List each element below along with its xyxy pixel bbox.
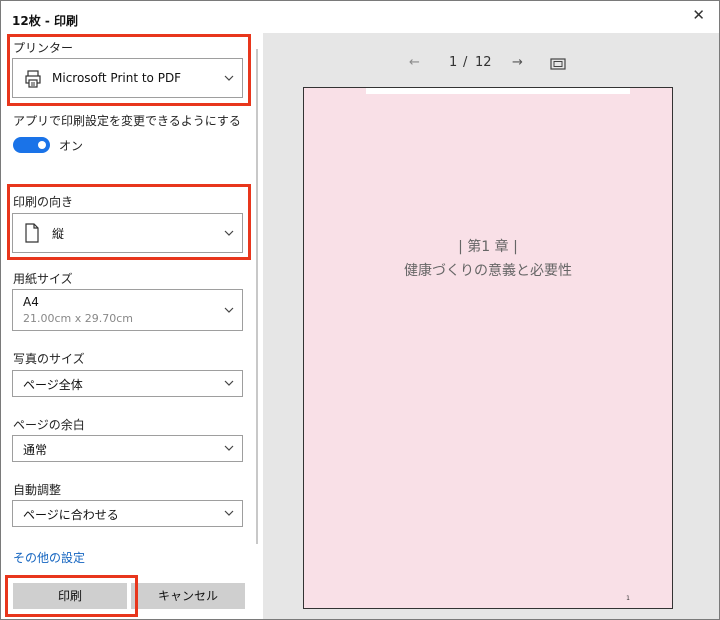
close-icon[interactable]: ✕ [692, 6, 705, 24]
preview-page: | 第1 章 | 健康づくりの意義と必要性 1 [303, 87, 673, 609]
fit-to-window-icon[interactable] [550, 58, 566, 70]
margins-value: 通常 [23, 443, 48, 457]
chevron-down-icon [224, 380, 234, 386]
toggle-state-label: オン [59, 139, 84, 153]
page-separator: / [463, 55, 468, 70]
chevron-down-icon [224, 510, 234, 516]
paper-size-dimensions: 21.00cm x 29.70cm [23, 312, 134, 325]
auto-fit-value: ページに合わせる [23, 508, 119, 522]
app-settings-label: アプリで印刷設定を変更できるようにする [13, 114, 241, 128]
auto-fit-label: 自動調整 [13, 483, 62, 497]
orientation-label: 印刷の向き [13, 195, 74, 209]
margins-label: ページの余白 [13, 418, 85, 432]
chapter-heading: 健康づくりの意義と必要性 [404, 263, 572, 279]
orientation-value: 縦 [52, 227, 65, 241]
settings-panel: プリンター Microsoft Print to PDF アプリで印刷設定を変更… [1, 33, 263, 619]
photo-size-label: 写真のサイズ [13, 352, 85, 366]
chevron-down-icon [224, 75, 234, 81]
chapter-title: | 第1 章 | [458, 239, 518, 255]
page-header-strip [366, 88, 630, 94]
app-settings-toggle[interactable] [13, 137, 50, 153]
printer-icon [25, 70, 41, 88]
more-settings-link[interactable]: その他の設定 [13, 549, 85, 566]
printer-value: Microsoft Print to PDF [52, 71, 182, 85]
margins-select[interactable]: 通常 [12, 435, 243, 462]
paper-size-value: A4 [23, 295, 39, 309]
orientation-select[interactable]: 縦 [12, 213, 243, 253]
paper-size-label: 用紙サイズ [13, 272, 73, 286]
print-button[interactable]: 印刷 [13, 583, 127, 609]
total-pages: 12 [475, 55, 492, 70]
previous-page-icon[interactable]: ← [409, 55, 420, 70]
chevron-down-icon [224, 307, 234, 313]
photo-size-select[interactable]: ページ全体 [12, 370, 243, 397]
print-dialog: 12枚 - 印刷 ✕ プリンター Microsoft Print to PDF … [0, 0, 720, 620]
toggle-knob [38, 141, 46, 149]
settings-scrollbar[interactable] [256, 49, 258, 544]
photo-size-value: ページ全体 [23, 378, 83, 392]
cancel-button[interactable]: キャンセル [131, 583, 245, 609]
printer-label: プリンター [13, 41, 74, 55]
chevron-down-icon [224, 445, 234, 451]
current-page-number: 1 [449, 55, 458, 70]
auto-fit-select[interactable]: ページに合わせる [12, 500, 243, 527]
next-page-icon[interactable]: → [512, 55, 523, 70]
dialog-title: 12枚 - 印刷 [12, 14, 79, 28]
paper-size-select[interactable]: A4 21.00cm x 29.70cm [12, 289, 243, 331]
page-icon [25, 223, 39, 243]
printer-select[interactable]: Microsoft Print to PDF [12, 58, 243, 98]
preview-panel: ← 1 / 12 → | 第1 章 | 健康づくりの意義と必要性 1 [263, 33, 719, 619]
page-number: 1 [626, 595, 630, 602]
chevron-down-icon [224, 230, 234, 236]
